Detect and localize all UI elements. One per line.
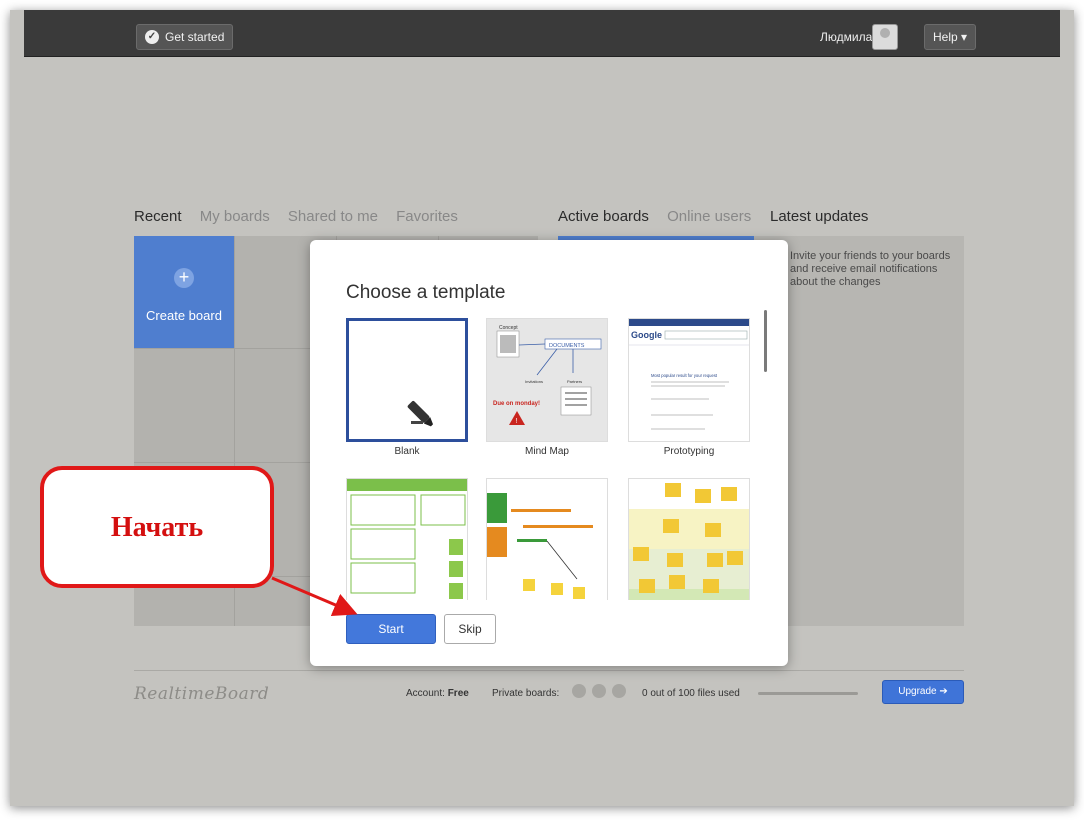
template-label: Blank bbox=[394, 446, 420, 457]
mm-concept: Concept bbox=[499, 325, 518, 331]
private-board-slot bbox=[572, 684, 586, 698]
activity-tabs: Active boards Online users bbox=[558, 208, 765, 225]
boards-tabs: Recent My boards Shared to me Favorites bbox=[134, 208, 472, 225]
tab-recent[interactable]: Recent bbox=[134, 208, 182, 225]
private-board-slot bbox=[592, 684, 606, 698]
tab-active-boards[interactable]: Active boards bbox=[558, 208, 649, 225]
private-boards-label: Private boards: bbox=[492, 688, 560, 699]
mm-documents: DOCUMENTS bbox=[549, 343, 585, 349]
tab-shared[interactable]: Shared to me bbox=[288, 208, 378, 225]
check-icon: ✓ bbox=[145, 30, 159, 44]
files-used: 0 out of 100 files used bbox=[642, 688, 740, 699]
get-started-button[interactable]: ✓ Get started bbox=[136, 24, 234, 50]
create-board-label: Create board bbox=[146, 308, 222, 323]
cards-preview bbox=[347, 479, 467, 599]
private-board-slot bbox=[612, 684, 626, 698]
template-blank[interactable] bbox=[346, 318, 468, 442]
sticky-preview bbox=[629, 483, 749, 600]
tab-my-boards[interactable]: My boards bbox=[200, 208, 270, 225]
files-usage-bar bbox=[758, 692, 858, 695]
plan-preview bbox=[487, 479, 607, 599]
screenshot-frame: ✓ Get started Людмила ▾ Help ▾ Recent My… bbox=[10, 10, 1074, 806]
create-board-button[interactable]: + Create board bbox=[134, 236, 234, 348]
mm-due: Due on monday! bbox=[493, 401, 540, 407]
svg-text:!: ! bbox=[516, 418, 518, 425]
tab-online-users[interactable]: Online users bbox=[667, 208, 751, 225]
template-mind-map[interactable]: Concept DOCUMENTS Invitations Partners D… bbox=[486, 318, 608, 442]
template-prototyping[interactable]: Google Most popular result for your requ… bbox=[628, 318, 750, 442]
plus-icon: + bbox=[174, 268, 194, 288]
updates-invite-text: Invite your friends to your boards and r… bbox=[790, 250, 951, 288]
template-project-plan[interactable] bbox=[486, 478, 608, 600]
account-label: Account: bbox=[406, 688, 445, 699]
skip-button[interactable]: Skip bbox=[444, 614, 496, 644]
app-logo: RealtimeBoard bbox=[134, 684, 270, 704]
proto-google: Google bbox=[631, 330, 662, 340]
mind-map-preview: Concept DOCUMENTS Invitations Partners D… bbox=[493, 325, 602, 425]
avatar[interactable] bbox=[872, 24, 898, 50]
template-label: Mind Map bbox=[525, 446, 569, 457]
upgrade-button[interactable]: Upgrade ➔ bbox=[882, 680, 964, 704]
prototype-preview: Google Most popular result for your requ… bbox=[629, 319, 749, 430]
mm-partners: Partners bbox=[567, 379, 582, 384]
dialog-title: Choose a template bbox=[346, 282, 506, 303]
top-bar: ✓ Get started Людмила ▾ Help ▾ bbox=[24, 10, 1060, 57]
template-dialog: Choose a template Blank Concept DOCUMENT… bbox=[310, 240, 788, 666]
callout-text: Начать bbox=[110, 512, 204, 543]
template-list: Blank Concept DOCUMENTS Invitations Part… bbox=[346, 318, 756, 600]
callout-box: Начать bbox=[40, 466, 274, 588]
account-plan: Free bbox=[447, 688, 469, 699]
latest-updates-title: Latest updates bbox=[770, 208, 869, 225]
template-sticky-notes[interactable] bbox=[628, 478, 750, 600]
footer-divider bbox=[134, 670, 964, 671]
start-button[interactable]: Start bbox=[346, 614, 436, 644]
tab-favorites[interactable]: Favorites bbox=[396, 208, 458, 225]
template-cards[interactable] bbox=[346, 478, 468, 600]
help-button[interactable]: Help ▾ bbox=[924, 24, 977, 50]
marker-icon bbox=[407, 400, 434, 427]
proto-result: Most popular result for your request bbox=[651, 373, 718, 378]
mm-invitations: Invitations bbox=[525, 379, 543, 384]
template-label: Prototyping bbox=[663, 446, 715, 457]
get-started-label: Get started bbox=[165, 30, 225, 44]
template-scrollbar[interactable] bbox=[764, 310, 767, 372]
account-info: Account: Free bbox=[406, 688, 469, 699]
